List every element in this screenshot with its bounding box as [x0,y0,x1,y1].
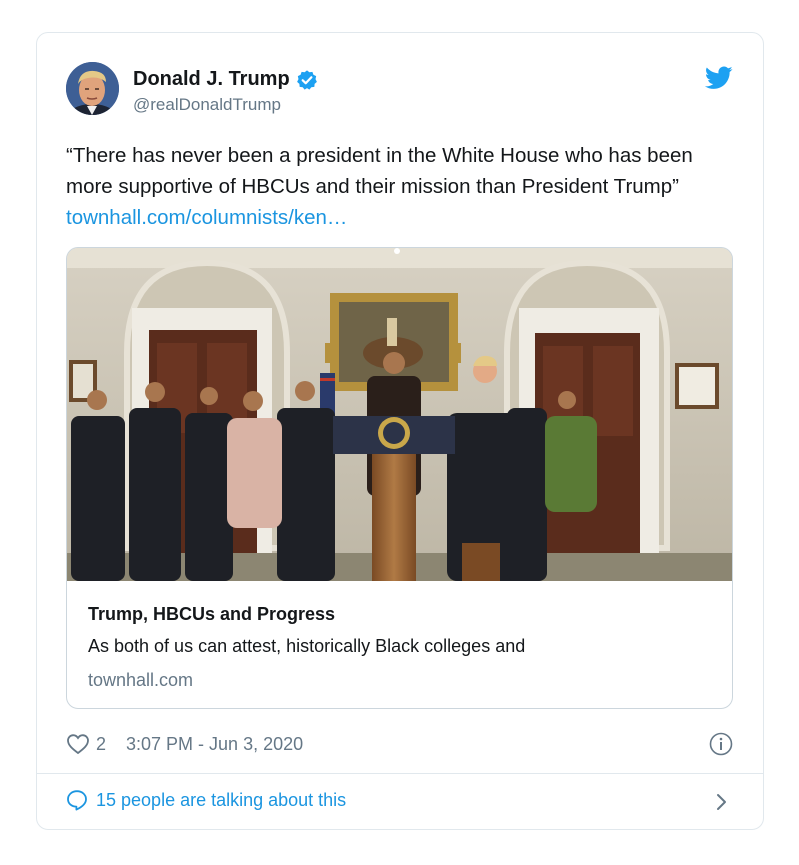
avatar[interactable] [66,62,119,115]
divider [37,773,763,774]
link-preview-card[interactable]: Trump, HBCUs and Progress As both of us … [66,247,733,709]
conversation-label: 15 people are talking about this [96,789,347,810]
tweet-text: “There has never been a president in the… [66,140,736,233]
tweet-timestamp[interactable]: 3:07 PM - Jun 3, 2020 [126,734,303,755]
comment-bubble-icon [67,790,87,811]
conversation-link[interactable]: 15 people are talking about this [66,789,346,811]
card-title: Trump, HBCUs and Progress [88,604,336,624]
card-image [67,248,732,581]
like-count[interactable]: 2 [96,734,106,755]
chevron-right-icon[interactable] [715,791,729,813]
card-description: As both of us can attest, historically B… [88,636,526,656]
author-handle[interactable]: @realDonaldTrump [133,95,281,115]
info-icon[interactable] [709,732,733,756]
twitter-bird-icon[interactable] [705,66,733,90]
card-domain: townhall.com [88,670,194,690]
tweet-body: “There has never been a president in the… [66,144,693,198]
tweet-meta: 2 3:07 PM - Jun 3, 2020 [66,731,303,757]
verified-badge-icon [296,69,317,90]
tweet-embed-card[interactable]: Donald J. Trump @realDonaldTrump “There … [36,32,764,830]
heart-icon[interactable] [66,733,90,755]
author-name-text: Donald J. Trump [133,68,290,90]
tweet-link[interactable]: townhall.com/columnists/ken… [66,206,347,229]
author-name[interactable]: Donald J. Trump [133,68,318,91]
avatar-photo [66,62,119,115]
